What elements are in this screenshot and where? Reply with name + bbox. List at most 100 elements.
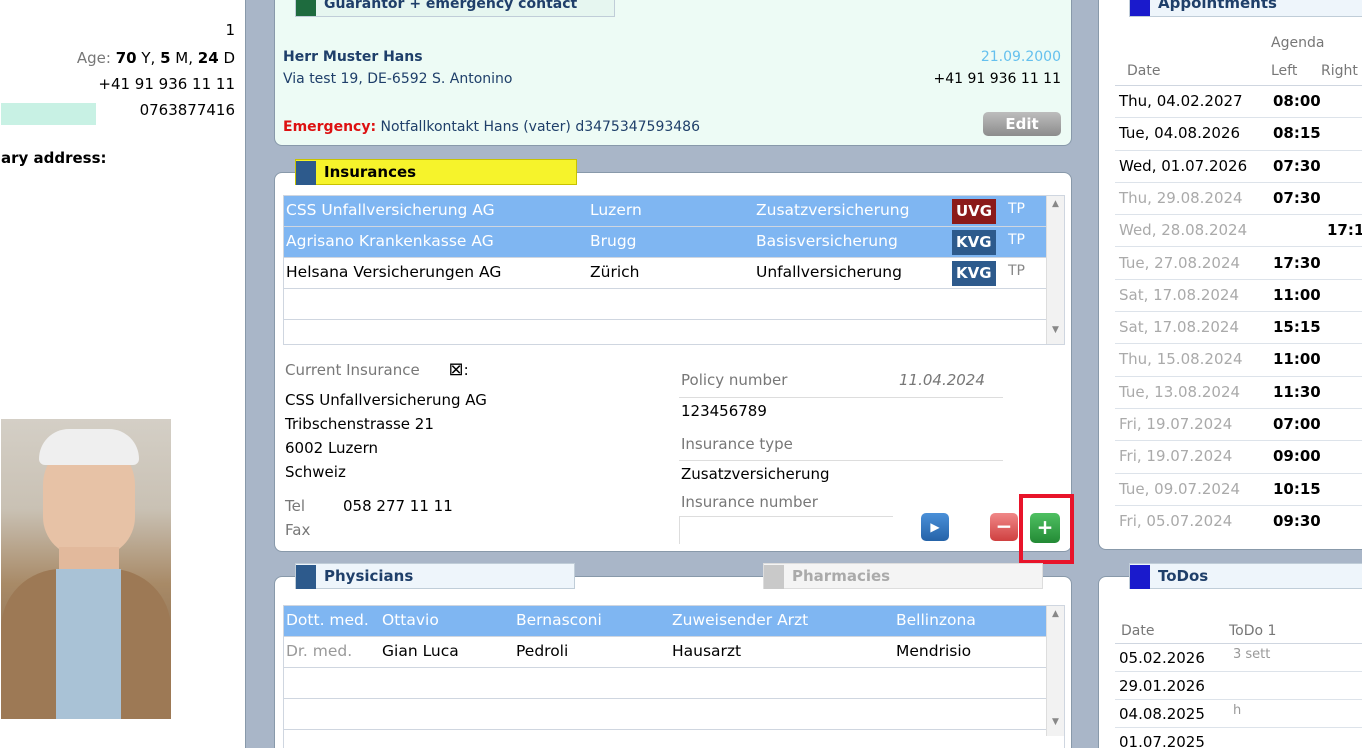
scroll-up-icon[interactable]: ▲	[1047, 199, 1064, 209]
insurances-tab[interactable]: Insurances	[295, 159, 577, 185]
insurance-scrollbar[interactable]: ▲ ▼	[1046, 196, 1064, 344]
patient-mobile: 0763877416	[139, 101, 235, 119]
todo-row[interactable]: 29.01.2026	[1115, 672, 1362, 700]
appointment-left-time: 08:15	[1273, 124, 1321, 143]
physician-row[interactable]: Dott. med. Ottavio Bernasconi Zuweisender A…	[284, 606, 1064, 637]
pharmacies-tab[interactable]: Pharmacies	[763, 563, 1043, 589]
add-insurance-button[interactable]: +	[1030, 513, 1060, 543]
appointment-left-time: 09:00	[1273, 447, 1321, 466]
scroll-down-icon[interactable]: ▼	[1047, 325, 1064, 335]
appointment-date: Sat, 17.08.2024	[1119, 285, 1240, 304]
todo-row[interactable]: 04.08.2025 h	[1115, 700, 1362, 728]
insurer-name: Agrisano Krankenkasse AG	[286, 232, 494, 250]
todo-row[interactable]: 01.07.2025	[1115, 728, 1362, 748]
date-header: Date	[1127, 63, 1161, 79]
appointment-left-time: 07:30	[1273, 156, 1321, 175]
secondary-address-label: ary address:	[1, 149, 107, 167]
left-header: Left	[1271, 63, 1298, 79]
patient-phone: +41 91 936 11 11	[98, 75, 235, 93]
appointment-date: Thu, 15.08.2024	[1119, 350, 1243, 369]
physician-row[interactable]: Dr. med. Gian Luca Pedroli Hausarzt Mendrisi…	[284, 637, 1064, 668]
appointments-tab[interactable]: Appointments	[1129, 0, 1362, 17]
insurer-name: CSS Unfallversicherung AG	[286, 201, 495, 219]
plus-icon: +	[1036, 515, 1054, 539]
remove-insurance-button[interactable]: −	[990, 513, 1018, 541]
appointment-row[interactable]: Fri, 19.07.2024 09:00	[1115, 441, 1362, 474]
appointment-row[interactable]: Tue, 13.08.2024 11:30	[1115, 377, 1362, 409]
physician-row-empty	[284, 668, 1064, 699]
appointments-panel: Appointments Agenda Date Left Right Thu,…	[1098, 0, 1362, 550]
physician-title: Dott. med.	[286, 611, 369, 629]
policy-number-field[interactable]: 123456789	[679, 397, 1003, 425]
edit-button[interactable]: Edit	[983, 112, 1061, 136]
insurance-type-field[interactable]: Zusatzversicherung	[679, 460, 1003, 488]
todo-date: 05.02.2026	[1119, 649, 1205, 667]
guarantor-name: Herr Muster Hans	[283, 49, 423, 65]
physicians-tab[interactable]: Physicians	[295, 563, 575, 589]
physician-city: Mendrisio	[896, 642, 972, 660]
guarantor-panel: Guarantor + emergency contact Herr Muste…	[274, 0, 1072, 146]
appointment-list: Thu, 04.02.2027 08:00 Tue, 04.08.2026 08:15…	[1115, 85, 1362, 537]
tab-marker-icon	[296, 0, 316, 16]
appointment-left-time: 17:30	[1273, 253, 1321, 272]
insurance-row[interactable]: Helsana Versicherungen AG Zürich Unfallver…	[284, 258, 1064, 289]
current-insurance-checkbox[interactable]: ⊠	[448, 359, 463, 380]
physician-city: Bellinzona	[896, 611, 976, 629]
todos-tab[interactable]: ToDos	[1129, 563, 1362, 589]
appointment-left-time: 08:00	[1273, 92, 1321, 110]
appointment-date: Tue, 13.08.2024	[1119, 382, 1241, 401]
appointment-row[interactable]: Sat, 17.08.2024 15:15	[1115, 312, 1362, 345]
tp-flag: TP	[1008, 263, 1025, 279]
agenda-header: Agenda	[1271, 35, 1325, 51]
appointment-left-time: 07:00	[1273, 415, 1321, 433]
patient-photo	[1, 419, 171, 719]
right-header: Right	[1321, 63, 1358, 79]
insurer-city: Luzern	[590, 201, 642, 219]
appointment-row[interactable]: Wed, 28.08.2024 17:15	[1115, 215, 1362, 248]
appointment-left-time: 11:30	[1273, 382, 1321, 401]
todo-date: 01.07.2025	[1119, 733, 1205, 748]
insurance-number-label: Insurance number	[681, 493, 818, 511]
todo-text-header: ToDo 1	[1229, 623, 1277, 639]
insurance-row[interactable]: Agrisano Krankenkasse AG Brugg Basisversic…	[284, 227, 1064, 258]
appointment-row[interactable]: Fri, 19.07.2024 07:00	[1115, 409, 1362, 442]
scroll-down-icon[interactable]: ▼	[1047, 717, 1064, 727]
tel-label: Tel	[285, 497, 306, 515]
appointment-row[interactable]: Tue, 27.08.2024 17:30	[1115, 248, 1362, 280]
appointment-row[interactable]: Tue, 04.08.2026 08:15	[1115, 118, 1362, 151]
insurances-panel: Insurances CSS Unfallversicherung AG Luze…	[274, 159, 1074, 564]
appointment-row[interactable]: Thu, 15.08.2024 11:00	[1115, 344, 1362, 377]
physician-first-name: Gian Luca	[382, 642, 459, 660]
appointment-row[interactable]: Wed, 01.07.2026 07:30	[1115, 151, 1362, 183]
appointment-row[interactable]: Fri, 05.07.2024 09:30	[1115, 506, 1362, 537]
play-icon: ▶	[930, 520, 940, 534]
insurance-law-badge: UVG	[952, 199, 996, 224]
patient-highlight-field	[1, 103, 96, 125]
guarantor-date: 21.09.2000	[980, 49, 1061, 65]
appointment-date: Fri, 05.07.2024	[1119, 511, 1233, 530]
appointment-right-time: 17:15	[1327, 221, 1362, 240]
appointment-date: Thu, 04.02.2027	[1119, 92, 1243, 110]
physician-list: Dott. med. Ottavio Bernasconi Zuweisender A…	[283, 605, 1065, 748]
appointment-row[interactable]: Thu, 29.08.2024 07:30	[1115, 183, 1362, 216]
insurance-row[interactable]: CSS Unfallversicherung AG Luzern Zusatzver…	[284, 196, 1064, 227]
appointment-row[interactable]: Sat, 17.08.2024 11:00	[1115, 280, 1362, 313]
play-button[interactable]: ▶	[921, 513, 949, 541]
insurance-number-field[interactable]	[679, 516, 893, 544]
insurer-tel: 058 277 11 11	[343, 497, 453, 515]
physician-scrollbar[interactable]: ▲ ▼	[1046, 606, 1064, 736]
tab-marker-icon	[296, 161, 316, 185]
appointment-date: Wed, 01.07.2026	[1119, 156, 1248, 175]
scroll-up-icon[interactable]: ▲	[1047, 609, 1064, 619]
todo-date: 29.01.2026	[1119, 677, 1205, 695]
appointment-row[interactable]: Tue, 09.07.2024 10:15	[1115, 474, 1362, 506]
insurance-list: CSS Unfallversicherung AG Luzern Zusatzver…	[283, 195, 1065, 345]
todo-text: 3 sett	[1233, 647, 1271, 662]
guarantor-address: Via test 19, DE-6592 S. Antonino	[283, 71, 513, 87]
emergency-contact: Emergency: Notfallkontakt Hans (vater) d…	[283, 119, 700, 135]
appointment-left-time: 09:30	[1273, 511, 1321, 530]
appointment-row[interactable]: Thu, 04.02.2027 08:00	[1115, 86, 1362, 119]
guarantor-tab[interactable]: Guarantor + emergency contact	[295, 0, 615, 17]
todo-row[interactable]: 05.02.2026 3 sett	[1115, 644, 1362, 672]
insurer-name: Helsana Versicherungen AG	[286, 263, 502, 281]
